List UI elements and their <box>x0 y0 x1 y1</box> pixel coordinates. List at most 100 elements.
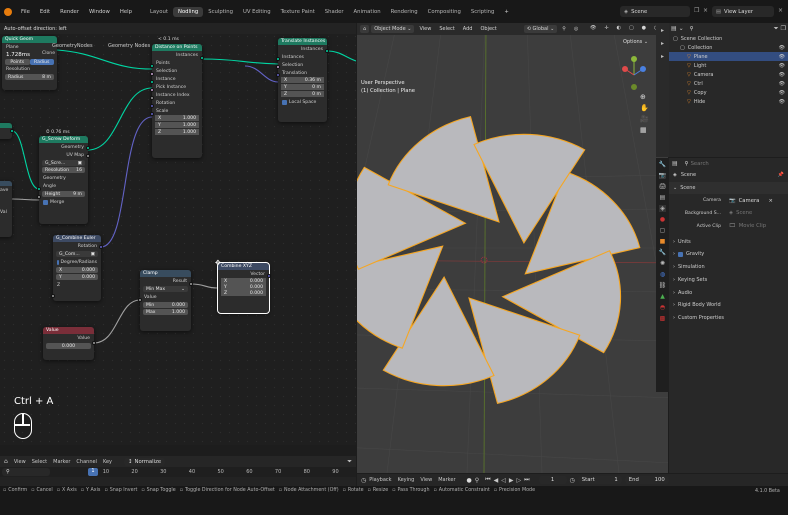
panel-units[interactable]: › Units <box>669 235 788 248</box>
resolution-field[interactable]: Resolution 16 <box>42 167 85 173</box>
visibility-eye-icon[interactable]: 👁 <box>779 90 785 96</box>
pan-hand-icon[interactable]: ✋ <box>640 104 649 112</box>
playback-menu-marker[interactable]: Marker <box>438 477 455 483</box>
gizmo-icon[interactable]: ✛ <box>601 24 611 32</box>
menu-render[interactable]: Render <box>55 9 84 15</box>
menu-window[interactable]: Window <box>84 9 115 15</box>
texture-tab-icon[interactable]: ▩ <box>660 315 666 322</box>
background-field[interactable]: ◈ Scene <box>725 208 777 218</box>
panel-keying-sets[interactable]: › Keying Sets <box>669 274 788 287</box>
group-selector[interactable]: G_Com... ▣ <box>56 251 98 257</box>
translation-x-field[interactable]: X 0.36 m <box>281 77 324 83</box>
zoom-icon[interactable]: ⊕ <box>640 93 649 101</box>
visibility-eye-icon[interactable]: 👁 <box>779 54 785 60</box>
filter-icon[interactable]: ⏷ <box>347 458 352 466</box>
socket-value-out[interactable] <box>92 341 96 345</box>
node-fragment-left-mid[interactable]: ave Val <box>0 181 12 237</box>
proportional-edit-icon[interactable]: ◎ <box>571 25 581 33</box>
socket-selection[interactable] <box>276 65 280 69</box>
viewport-menu-object[interactable]: Object <box>477 25 499 33</box>
view-layer-selector[interactable]: ▤ View Layer <box>712 6 774 17</box>
scene-selector[interactable]: ◈ Scene <box>620 6 690 17</box>
socket-output[interactable] <box>10 129 14 133</box>
merge-checkbox[interactable]: Merge <box>39 198 88 206</box>
scale-x-field[interactable]: X 1.000 <box>155 115 199 121</box>
socket-vector-out[interactable] <box>267 274 271 278</box>
visibility-eye-icon[interactable]: 👁 <box>779 72 785 78</box>
outliner-item-plane[interactable]: ▽ Plane 👁 <box>669 52 788 61</box>
overlay-icon[interactable]: ◐ <box>614 24 624 32</box>
socket-result-out[interactable] <box>189 282 193 286</box>
shading-solid-icon[interactable]: ● <box>639 24 649 32</box>
editor-type-icon[interactable]: ⌂ <box>360 25 370 33</box>
min-field[interactable]: Min 0.000 <box>143 302 188 308</box>
node-distance-on-points[interactable]: Distance on Points Instances Points Selec… <box>150 44 204 158</box>
pin-icon[interactable]: 📌 <box>778 172 784 178</box>
socket-points[interactable] <box>150 64 154 68</box>
blender-logo-icon[interactable] <box>4 7 12 16</box>
options-button[interactable]: Options ⌄ <box>623 39 648 45</box>
view-layer-close-icon[interactable]: × <box>778 7 783 14</box>
world-tab-icon[interactable]: ● <box>660 216 665 223</box>
socket-output[interactable] <box>200 56 204 60</box>
socket-geometry-in[interactable] <box>37 187 41 191</box>
view-layer-tab-icon[interactable]: ▤ <box>660 194 666 201</box>
viewport-menu-view[interactable]: View <box>416 25 434 33</box>
timeline-menu-marker[interactable]: Marker <box>53 459 70 465</box>
socket-selection[interactable] <box>150 72 154 76</box>
play-reverse-icon[interactable]: ◁ <box>501 477 506 484</box>
workspace-tab-sculpting[interactable]: Sculpting <box>203 7 238 17</box>
workspace-tab-animation[interactable]: Animation <box>349 7 386 17</box>
viewport-menu-select[interactable]: Select <box>436 25 457 33</box>
node-fragment-mesh[interactable]: Quick Geom Plane 1.728ms Points Radius R… <box>2 36 57 90</box>
data-tab-icon[interactable]: ▲ <box>660 293 665 300</box>
outliner-item-hide[interactable]: ▽ Hide 👁 <box>669 97 788 106</box>
workspace-tab-texture-paint[interactable]: Texture Paint <box>276 7 320 17</box>
node-combine-euler[interactable]: G_Combine Euler Rotation G_Com... ▣ Degre… <box>51 235 103 301</box>
constraints-tab-icon[interactable]: ⛓ <box>659 282 667 289</box>
euler-x-field[interactable]: X 0.000 <box>56 267 98 273</box>
checkbox-checked-icon[interactable] <box>678 251 683 257</box>
outliner-item-light[interactable]: ▽ Light 👁 <box>669 61 788 70</box>
timeline-menu-channel[interactable]: Channel <box>76 459 97 465</box>
node-screw-deform[interactable]: G_Screw Deform Geometry UV Map G_Scre...… <box>37 136 90 224</box>
socket-rotation[interactable] <box>150 104 154 108</box>
panel-audio[interactable]: › Audio <box>669 286 788 299</box>
outliner-item-ctrl[interactable]: ▽ Ctrl 👁 <box>669 79 788 88</box>
panel-gravity[interactable]: › Gravity <box>669 248 788 261</box>
physics-tab-icon[interactable]: ◍ <box>660 271 665 278</box>
end-frame-field[interactable]: End 100 <box>624 476 669 484</box>
keying-icon[interactable]: ⚲ <box>475 477 479 484</box>
node-translate-instances[interactable]: Translate Instances Instances Instances S… <box>276 38 329 122</box>
outliner-item-copy[interactable]: ▽ Copy 👁 <box>669 88 788 97</box>
checkbox-checked-icon[interactable] <box>43 199 48 205</box>
socket-output[interactable] <box>325 49 329 53</box>
play-icon[interactable]: ▶ <box>509 477 514 484</box>
workspace-tab-scripting[interactable]: Scripting <box>466 7 500 17</box>
collection-tab-icon[interactable]: ▢ <box>660 227 666 234</box>
outliner-search[interactable]: ⚲ <box>685 24 772 33</box>
playback-menu-view[interactable]: View <box>420 477 432 483</box>
checkbox-checked-icon[interactable] <box>57 259 59 265</box>
camera-field[interactable]: 📷 Camera × <box>725 196 777 206</box>
node-fragment-left-top[interactable] <box>0 123 14 139</box>
visibility-icon[interactable]: 👁 <box>587 24 599 32</box>
normalize-toggle[interactable]: ↕ Normalize <box>124 457 166 466</box>
add-workspace-button[interactable]: + <box>499 9 513 15</box>
ortho-grid-icon[interactable]: ▦ <box>640 126 649 134</box>
clock-icon[interactable]: ◷ <box>570 477 575 484</box>
next-key-icon[interactable]: ▷ <box>516 477 521 484</box>
socket-instances-in[interactable] <box>276 57 280 61</box>
object-tab-icon[interactable]: ■ <box>660 238 666 245</box>
snap-icon[interactable]: ⚲ <box>559 25 569 33</box>
timeline-type-icon[interactable]: ⌂ <box>4 458 8 465</box>
menu-help[interactable]: Help <box>115 9 137 15</box>
height-field[interactable]: Height 9 m <box>42 191 85 197</box>
item-tab-icon[interactable]: ▸ <box>661 27 664 34</box>
max-field[interactable]: Max 1.000 <box>143 309 188 315</box>
socket-uvmap-out[interactable] <box>86 154 90 158</box>
socket-scale[interactable] <box>150 112 154 116</box>
playback-menu-keying[interactable]: Keying <box>398 477 415 483</box>
clip-field[interactable]: 🎞 Movie Clip <box>725 221 777 231</box>
particles-tab-icon[interactable]: ✺ <box>660 260 665 267</box>
